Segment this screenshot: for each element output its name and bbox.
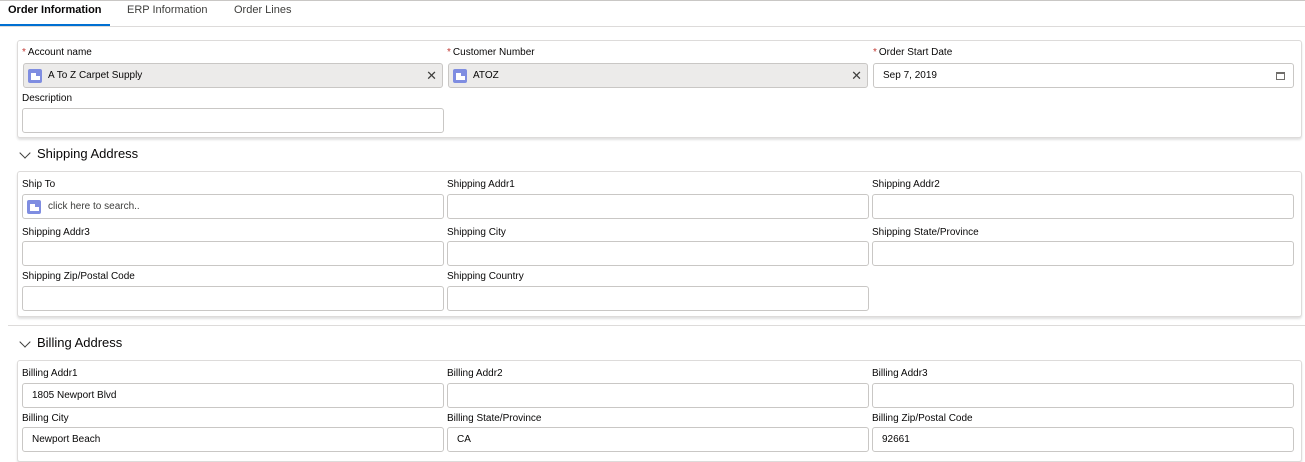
shipping-country-field[interactable] <box>447 286 869 311</box>
ship-to-placeholder: click here to search.. <box>48 201 140 212</box>
billing-addr2-label: Billing Addr2 <box>447 368 503 379</box>
billing-addr1-label: Billing Addr1 <box>22 368 78 379</box>
billing-zip-label: Billing Zip/Postal Code <box>872 413 973 424</box>
account-name-label: * Account name <box>22 47 92 58</box>
order-start-date-label: * Order Start Date <box>873 47 952 58</box>
billing-zip-field[interactable]: 92661 <box>872 427 1294 452</box>
billing-city-label: Billing City <box>22 413 69 424</box>
shipping-addr2-field[interactable] <box>872 194 1294 219</box>
tab-order-lines[interactable]: Order Lines <box>234 1 291 26</box>
customer-number-value: ATOZ <box>473 70 499 81</box>
billing-address-card: Billing Addr1 1805 Newport Blvd Billing … <box>17 360 1302 462</box>
tab-order-information[interactable]: Order Information <box>0 1 110 26</box>
shipping-addr1-label: Shipping Addr1 <box>447 179 515 190</box>
billing-addr3-field[interactable] <box>872 383 1294 408</box>
account-name-field[interactable]: A To Z Carpet Supply ✕ <box>23 63 443 88</box>
chevron-down-icon[interactable] <box>19 147 31 159</box>
billing-address-title[interactable]: Billing Address <box>37 335 122 350</box>
account-name-label-text: Account name <box>27 47 92 58</box>
description-label: Description <box>22 93 73 104</box>
shipping-addr3-label: Shipping Addr3 <box>22 227 90 238</box>
customer-number-label: * Customer Number <box>447 47 535 58</box>
description-field[interactable] <box>22 108 444 133</box>
shipping-addr3-field[interactable] <box>22 241 444 266</box>
required-marker: * <box>22 47 26 58</box>
required-marker: * <box>447 47 451 58</box>
chevron-down-icon[interactable] <box>19 336 31 348</box>
ship-to-search-field[interactable]: click here to search.. <box>22 194 444 219</box>
close-icon[interactable]: ✕ <box>851 64 862 87</box>
shipping-addr2-label: Shipping Addr2 <box>872 179 940 190</box>
customer-number-label-text: Customer Number <box>452 47 535 58</box>
account-object-icon <box>453 69 467 83</box>
shipping-city-field[interactable] <box>447 241 869 266</box>
close-icon[interactable]: ✕ <box>426 64 437 87</box>
billing-state-label: Billing State/Province <box>447 413 542 424</box>
billing-addr2-field[interactable] <box>447 383 869 408</box>
shipping-state-label: Shipping State/Province <box>872 227 979 238</box>
order-info-card: * Account name A To Z Carpet Supply ✕ * Cu… <box>17 40 1302 138</box>
customer-number-field[interactable]: ATOZ ✕ <box>448 63 868 88</box>
account-name-value: A To Z Carpet Supply <box>48 70 143 81</box>
account-object-icon <box>28 69 42 83</box>
shipping-city-label: Shipping City <box>447 227 506 238</box>
billing-state-field[interactable]: CA <box>447 427 869 452</box>
shipping-addr1-field[interactable] <box>447 194 869 219</box>
ship-to-label: Ship To <box>22 179 56 190</box>
billing-addr3-label: Billing Addr3 <box>872 368 928 379</box>
shipping-state-field[interactable] <box>872 241 1294 266</box>
section-divider <box>8 325 1305 326</box>
required-marker: * <box>873 47 877 58</box>
shipping-address-title[interactable]: Shipping Address <box>37 146 138 161</box>
order-start-date-value: Sep 7, 2019 <box>883 70 937 81</box>
calendar-icon[interactable] <box>1276 72 1285 80</box>
tab-bar: Order Information ERP Information Order … <box>0 1 1305 27</box>
account-object-icon <box>27 200 41 214</box>
billing-city-field[interactable]: Newport Beach <box>22 427 444 452</box>
shipping-zip-label: Shipping Zip/Postal Code <box>22 271 135 282</box>
tab-erp-information[interactable]: ERP Information <box>127 1 208 26</box>
shipping-address-card: Ship To click here to search.. Shipping … <box>17 171 1302 317</box>
order-start-date-field[interactable]: Sep 7, 2019 <box>873 63 1294 88</box>
order-start-date-label-text: Order Start Date <box>878 47 953 58</box>
shipping-country-label: Shipping Country <box>447 271 524 282</box>
shipping-zip-field[interactable] <box>22 286 444 311</box>
billing-addr1-field[interactable]: 1805 Newport Blvd <box>22 383 444 408</box>
